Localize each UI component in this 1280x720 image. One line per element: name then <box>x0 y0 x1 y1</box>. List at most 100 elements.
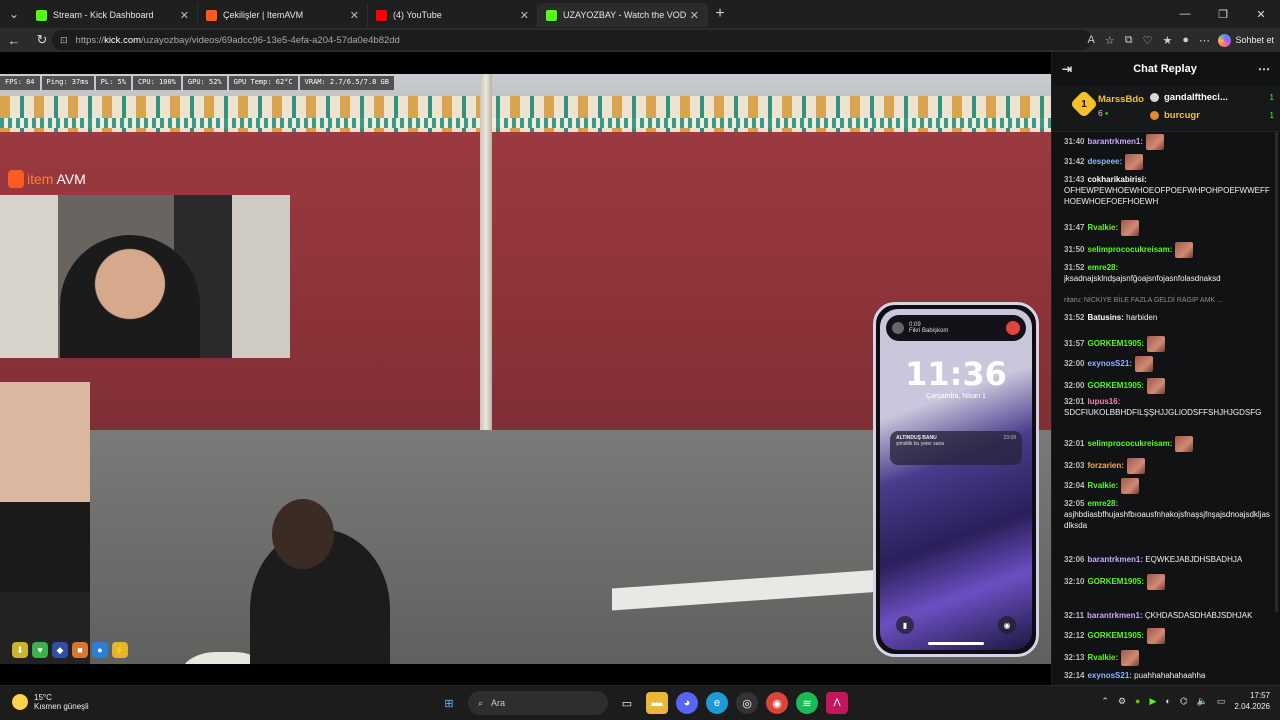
phone-date: Çarşamba, Nisan 1 <box>926 393 986 400</box>
maximize-icon[interactable]: ❐ <box>1204 0 1242 28</box>
stat-fps: FPS: 84 <box>0 76 40 90</box>
read-aloud-icon[interactable]: A <box>1088 34 1095 46</box>
obs-icon[interactable]: ◎ <box>736 692 758 714</box>
task-view-icon[interactable]: ▭ <box>616 692 638 714</box>
url-input[interactable]: ⊡ https://kick.com/uzayozbay/videos/69ad… <box>52 30 1092 50</box>
home-indicator <box>928 642 984 645</box>
file-explorer-icon[interactable]: ▬ <box>646 692 668 714</box>
message-username[interactable]: GORKEM1905: <box>1087 339 1143 348</box>
extensions-icon[interactable]: ⧉ <box>1125 34 1133 47</box>
message-username[interactable]: selimprococukreisam: <box>1087 245 1172 254</box>
emote-icon <box>1125 154 1144 170</box>
chat-panel: ⇥ Chat Replay ⋯ 1 MarssBdo 6 ▪ gandalfth… <box>1051 52 1280 685</box>
chat-message: 32:13 Rvalkie: <box>1064 650 1274 666</box>
tray-nvidia-icon[interactable]: ● <box>1135 696 1140 706</box>
webcam-overlay <box>0 195 290 358</box>
active-call-bar: 0:09 Fikri Babişkom <box>886 315 1026 341</box>
gifter-count: 1 <box>1269 111 1274 120</box>
message-username[interactable]: selimprococukreisam: <box>1087 439 1172 448</box>
emote-icon <box>1121 478 1140 494</box>
message-username[interactable]: GORKEM1905: <box>1087 381 1143 390</box>
hud-food-icon: ■ <box>72 642 88 658</box>
gifter-row[interactable]: burcugr 1 <box>1150 110 1274 121</box>
tab-itemavm[interactable]: Çekilişler | ItemAVM ✕ <box>198 3 368 27</box>
message-username[interactable]: barantrkmen1: <box>1087 611 1143 620</box>
pole <box>480 74 492 454</box>
video-player[interactable]: FPS: 84 Ping: 37ms PL: 5% CPU: 100% GPU:… <box>0 52 1051 685</box>
caller-avatar <box>892 322 904 334</box>
tray-overflow-icon[interactable]: ⌃ <box>1101 696 1109 707</box>
message-username[interactable]: exynosS21: <box>1087 671 1131 680</box>
tab-uzayozbay-vod[interactable]: UZAYOZBAY - Watch the VOD ✕ <box>538 3 708 27</box>
reply-preview[interactable]: ritaru: NİCKİYE BİLE FAZLA GELDİ RAGIP A… <box>1064 297 1223 304</box>
chrome-icon[interactable]: ◉ <box>766 692 788 714</box>
windows-start-icon[interactable]: ⊞ <box>438 692 460 714</box>
message-username[interactable]: cokharikabirisi: <box>1087 175 1146 184</box>
performance-icon[interactable]: ♡ <box>1143 34 1153 47</box>
tab-youtube[interactable]: (4) YouTube ✕ <box>368 3 538 27</box>
chat-message: 32:10 GORKEM1905: <box>1064 574 1274 590</box>
site-info-icon[interactable]: ⊡ <box>60 35 68 46</box>
tray-play-icon[interactable]: ▶ <box>1149 696 1156 707</box>
close-tab-icon[interactable]: ✕ <box>350 9 359 22</box>
copilot-button[interactable]: Sohbet et <box>1218 31 1274 49</box>
edge-icon[interactable]: e <box>706 692 728 714</box>
minimize-icon[interactable]: — <box>1166 0 1204 28</box>
taskbar-date: 2.04.2026 <box>1234 702 1270 711</box>
battery-icon[interactable]: ▭ <box>1217 696 1226 707</box>
network-icon[interactable]: ⌬ <box>1180 696 1188 707</box>
discord-icon[interactable]: ◕ <box>676 692 698 714</box>
message-username[interactable]: Batusins: <box>1087 313 1123 322</box>
tab-kick-dashboard[interactable]: Stream - Kick Dashboard ✕ <box>28 3 198 27</box>
taskbar-clock[interactable]: 17:57 2.04.2026 <box>1234 690 1270 712</box>
message-username[interactable]: Rvalkie: <box>1087 653 1118 662</box>
chat-message: 32:04 Rvalkie: <box>1064 478 1274 494</box>
chat-scrollbar[interactable] <box>1275 132 1278 612</box>
message-username[interactable]: emre28: <box>1087 263 1118 272</box>
message-username[interactable]: barantrkmen1: <box>1087 555 1143 564</box>
tray-app-icon[interactable]: ⚙ <box>1118 696 1126 707</box>
message-username[interactable]: Rvalkie: <box>1087 481 1118 490</box>
gifter-count: 1 <box>1269 93 1274 102</box>
favorites-icon[interactable]: ★ <box>1162 34 1172 47</box>
weather-widget[interactable]: 15°C Kısmen güneşli <box>12 693 89 711</box>
close-window-icon[interactable]: ✕ <box>1242 0 1280 28</box>
taskbar-search[interactable]: ⌕ Ara <box>468 691 608 715</box>
tray-steam-icon[interactable]: ◐ <box>1165 696 1170 706</box>
volume-icon[interactable]: 🔈 <box>1197 696 1208 707</box>
message-timestamp: 32:06 <box>1064 555 1085 564</box>
message-timestamp: 31:43 <box>1064 175 1085 184</box>
close-tab-icon[interactable]: ✕ <box>690 9 699 22</box>
favorite-star-icon[interactable]: ☆ <box>1105 34 1115 47</box>
chat-message: 31:42 despeee: <box>1064 154 1274 170</box>
message-username[interactable]: lupus16: <box>1087 397 1120 406</box>
message-username[interactable]: exynosS21: <box>1087 359 1131 368</box>
tab-title: (4) YouTube <box>393 10 442 20</box>
top-gifter-name[interactable]: MarssBdo <box>1098 94 1144 105</box>
app-icon[interactable]: Λ <box>826 692 848 714</box>
hud-health-icon: ♥ <box>32 642 48 658</box>
phone-lock-screen: 0:09 Fikri Babişkom 11:36 Çarşamba, Nisan… <box>880 309 1032 650</box>
message-username[interactable]: emre28: <box>1087 499 1118 508</box>
message-username[interactable]: despeee: <box>1087 157 1122 166</box>
back-icon[interactable]: ← <box>0 33 28 48</box>
message-text: puahhahahahaahha <box>1134 671 1206 680</box>
close-tab-icon[interactable]: ✕ <box>520 9 529 22</box>
profile-avatar-icon[interactable]: ● <box>1182 34 1189 46</box>
close-tab-icon[interactable]: ✕ <box>180 9 189 22</box>
message-username[interactable]: barantrkmen1: <box>1087 137 1143 146</box>
chat-options-icon[interactable]: ⋯ <box>1258 62 1270 76</box>
more-menu-icon[interactable]: ⋯ <box>1199 34 1210 47</box>
message-text: SDCFIUKOLBBHDFILŞŞHJJGLIODSFFSHJHJGDSFG <box>1064 408 1262 417</box>
message-username[interactable]: Rvalkie: <box>1087 223 1118 232</box>
spotify-icon[interactable]: ≋ <box>796 692 818 714</box>
message-username[interactable]: GORKEM1905: <box>1087 631 1143 640</box>
message-username[interactable]: GORKEM1905: <box>1087 577 1143 586</box>
collapse-chat-icon[interactable]: ⇥ <box>1062 62 1072 76</box>
message-username[interactable]: forzarien: <box>1087 461 1123 470</box>
emote-icon <box>1121 220 1140 236</box>
gifter-row[interactable]: gandalftheci... 1 <box>1150 92 1274 103</box>
tab-actions-menu-icon[interactable]: ⌄ <box>0 0 28 28</box>
emote-icon <box>1146 574 1165 590</box>
new-tab-icon[interactable]: + <box>708 5 732 23</box>
